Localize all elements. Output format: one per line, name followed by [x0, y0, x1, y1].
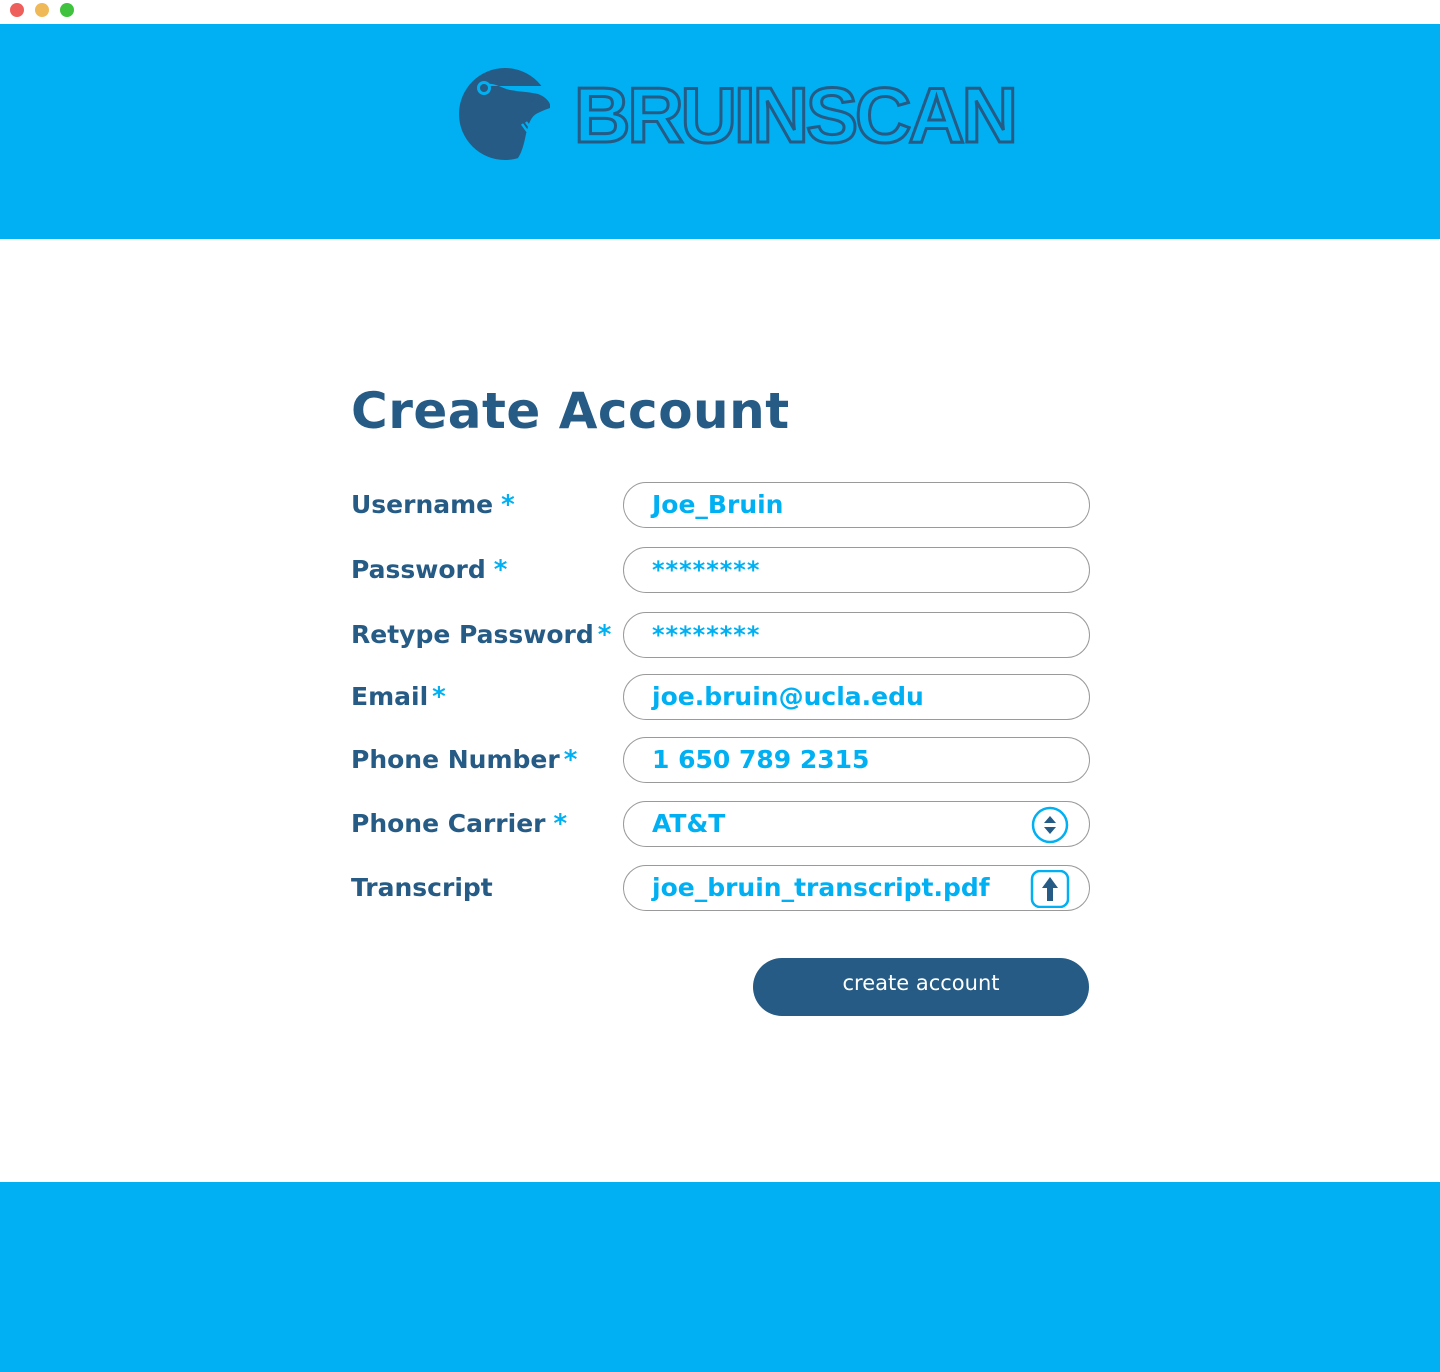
- username-field[interactable]: Joe_Bruin: [623, 482, 1090, 528]
- footer-banner: [0, 1182, 1440, 1372]
- phone-carrier-row: Phone Carrier * AT&T: [351, 801, 1091, 849]
- window-close-button[interactable]: [10, 3, 24, 17]
- transcript-upload-field[interactable]: joe_bruin_transcript.pdf: [623, 865, 1090, 911]
- username-value: Joe_Bruin: [652, 490, 784, 519]
- retype-password-field[interactable]: ********: [623, 612, 1090, 658]
- phone-carrier-label: Phone Carrier *: [351, 809, 568, 839]
- brand-name: BRUINSCAN: [573, 71, 1020, 159]
- phone-number-row: Phone Number * 1 650 789 2315: [351, 737, 1091, 785]
- transcript-value: joe_bruin_transcript.pdf: [652, 873, 990, 902]
- required-marker: *: [553, 809, 568, 839]
- main-content: Create Account Username * Joe_Bruin Passw…: [0, 239, 1440, 1182]
- email-field[interactable]: joe.bruin@ucla.edu: [623, 674, 1090, 720]
- phone-number-value: 1 650 789 2315: [652, 745, 870, 774]
- transcript-label: Transcript: [351, 873, 493, 902]
- email-value: joe.bruin@ucla.edu: [652, 682, 924, 711]
- required-marker: *: [563, 745, 578, 775]
- password-row: Password * ********: [351, 547, 1091, 595]
- phone-carrier-select[interactable]: AT&T: [623, 801, 1090, 847]
- username-label: Username *: [351, 490, 515, 520]
- transcript-row: Transcript joe_bruin_transcript.pdf: [351, 865, 1091, 913]
- password-field[interactable]: ********: [623, 547, 1090, 593]
- window-titlebar: [0, 0, 1440, 24]
- username-row: Username * Joe_Bruin: [351, 482, 1091, 530]
- retype-password-value: ********: [652, 621, 761, 649]
- bear-head-icon: [459, 68, 556, 160]
- header-banner: BRUINSCAN: [0, 24, 1440, 239]
- create-account-button[interactable]: create account: [753, 958, 1089, 1016]
- phone-carrier-value: AT&T: [652, 809, 726, 838]
- phone-number-label: Phone Number *: [351, 745, 578, 775]
- required-marker: *: [432, 682, 446, 712]
- retype-password-label: Retype Password *: [351, 620, 612, 650]
- select-arrows-icon[interactable]: [1030, 806, 1070, 844]
- required-marker: *: [597, 620, 612, 650]
- retype-password-row: Retype Password * ********: [351, 612, 1091, 660]
- window-minimize-button[interactable]: [35, 3, 49, 17]
- required-marker: *: [493, 555, 508, 585]
- password-label: Password *: [351, 555, 508, 585]
- phone-number-field[interactable]: 1 650 789 2315: [623, 737, 1090, 783]
- upload-icon[interactable]: [1030, 870, 1070, 908]
- page-title: Create Account: [351, 382, 790, 440]
- password-value: ********: [652, 556, 761, 584]
- email-label: Email *: [351, 682, 446, 712]
- email-row: Email * joe.bruin@ucla.edu: [351, 674, 1091, 722]
- required-marker: *: [501, 490, 515, 520]
- brand-logo: BRUINSCAN: [456, 66, 1020, 162]
- window-maximize-button[interactable]: [60, 3, 74, 17]
